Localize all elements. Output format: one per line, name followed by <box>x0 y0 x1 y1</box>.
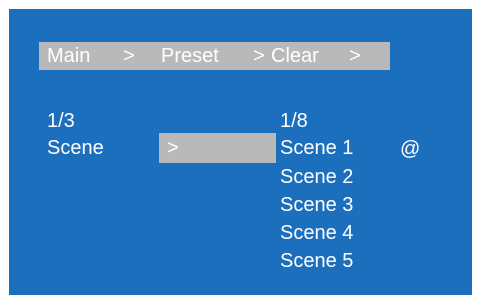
right-page-indicator: 1/8 <box>280 110 308 132</box>
list-item-scene-3[interactable]: Scene 3 <box>280 193 353 217</box>
osd-menu-screen: Main > Preset > Clear > 1/3 Scene > 1/8 … <box>9 9 472 295</box>
scene-selector-highlight[interactable]: > <box>159 133 276 163</box>
breadcrumb-main[interactable]: Main <box>47 44 90 68</box>
breadcrumb-separator: > <box>253 45 265 67</box>
left-page-indicator: 1/3 <box>47 110 75 132</box>
list-item-scene-4[interactable]: Scene 4 <box>280 221 353 245</box>
list-item-scene-5[interactable]: Scene 5 <box>280 249 353 273</box>
breadcrumb-separator: > <box>349 45 361 67</box>
breadcrumb: Main > Preset > Clear > <box>39 42 390 70</box>
breadcrumb-clear[interactable]: Clear <box>271 44 319 68</box>
list-item-scene-2[interactable]: Scene 2 <box>280 165 353 189</box>
breadcrumb-separator: > <box>123 45 135 67</box>
selector-arrow: > <box>167 137 179 159</box>
breadcrumb-preset[interactable]: Preset <box>161 44 219 68</box>
selected-marker: @ <box>400 138 421 160</box>
list-item-scene-1[interactable]: Scene 1 <box>280 136 353 160</box>
scene-label[interactable]: Scene <box>47 136 104 160</box>
